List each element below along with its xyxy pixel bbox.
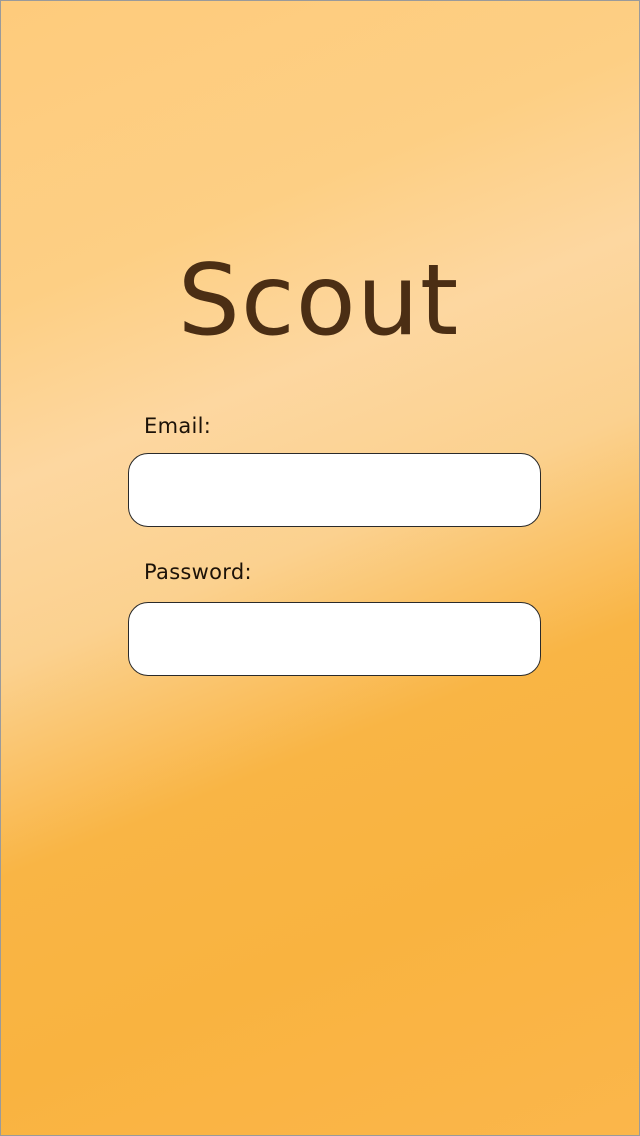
email-label: Email: — [144, 414, 212, 438]
email-field[interactable] — [128, 453, 541, 527]
password-label: Password: — [144, 560, 252, 584]
login-screen: Scout Email: Password: — [0, 0, 640, 1136]
app-title: Scout — [177, 244, 460, 358]
password-field[interactable] — [128, 602, 541, 676]
